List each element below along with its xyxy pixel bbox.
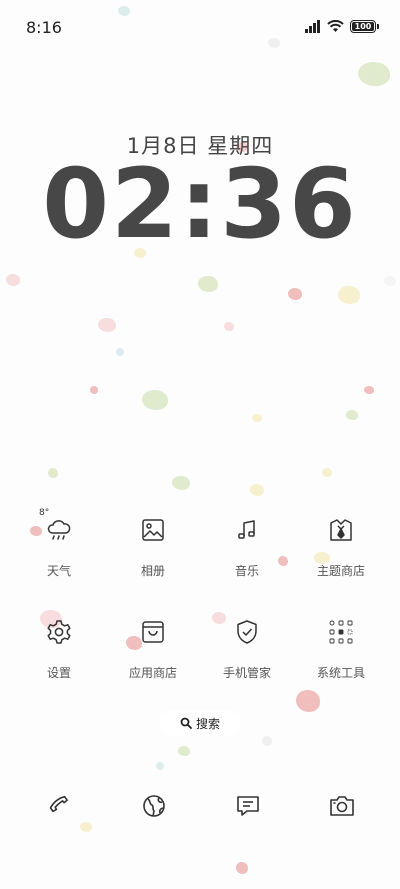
- theme-store-shirt-icon: [327, 516, 355, 544]
- status-bar: 8:16 100: [0, 0, 400, 56]
- clock: 02:36: [42, 148, 358, 260]
- status-time: 8:16: [26, 18, 62, 37]
- app-store[interactable]: 应用商店: [108, 618, 198, 681]
- app-gallery[interactable]: 相册: [108, 516, 198, 579]
- gallery-image-icon: [139, 516, 167, 544]
- app-label: 设置: [46, 666, 71, 680]
- app-label: 天气: [46, 564, 71, 578]
- app-music[interactable]: 音乐: [202, 516, 292, 579]
- dock-browser-button[interactable]: [140, 792, 168, 820]
- app-phone-manager[interactable]: 手机管家: [202, 618, 292, 681]
- app-store-bag-icon: [139, 618, 167, 646]
- search-button[interactable]: 搜索: [160, 710, 240, 736]
- battery-text: 100: [354, 22, 372, 31]
- status-icons: 100: [305, 20, 379, 33]
- app-weather[interactable]: 8° 天气: [14, 508, 104, 579]
- phone-icon: [49, 795, 68, 813]
- weather-cloud-rain-icon: 8°: [39, 508, 73, 544]
- dock-messages-button[interactable]: [234, 792, 262, 820]
- message-icon: [237, 796, 259, 816]
- globe-icon: [143, 795, 165, 817]
- search-icon: [180, 717, 192, 729]
- battery-icon: 100: [350, 20, 379, 33]
- search-label: 搜索: [195, 716, 220, 731]
- gear-icon: [45, 618, 73, 646]
- music-note-icon: [233, 516, 261, 544]
- app-label: 主题商店: [316, 564, 365, 578]
- wifi-icon: [327, 20, 344, 32]
- folder-grid-icon: [327, 618, 355, 646]
- camera-icon: [330, 796, 354, 816]
- app-label: 手机管家: [222, 666, 271, 680]
- signal-icon: [305, 20, 320, 33]
- app-label: 应用商店: [128, 666, 177, 680]
- app-label: 音乐: [234, 564, 259, 578]
- shield-check-icon: [233, 618, 261, 646]
- app-theme-store[interactable]: 主题商店: [296, 516, 386, 579]
- weather-temp: 8°: [39, 508, 50, 518]
- app-system-tools[interactable]: 系统工具: [296, 618, 386, 681]
- app-label: 系统工具: [316, 666, 365, 680]
- app-settings[interactable]: 设置: [14, 618, 104, 681]
- dock-phone-button[interactable]: [46, 792, 74, 820]
- app-label: 相册: [140, 564, 165, 578]
- dock-camera-button[interactable]: [328, 792, 356, 820]
